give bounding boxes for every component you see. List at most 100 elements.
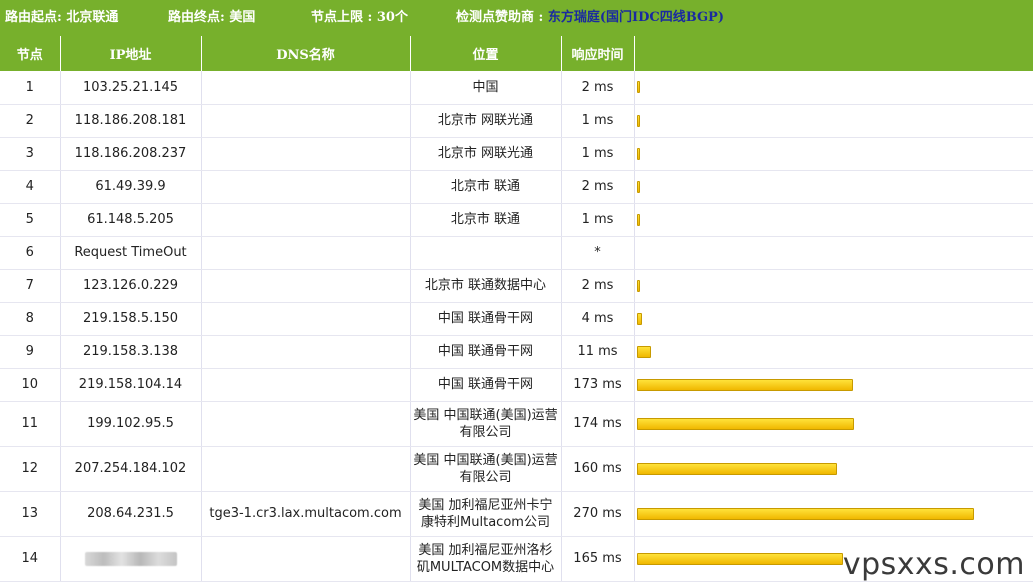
node-limit: 节点上限 : 30个 [311, 10, 408, 25]
response-time: 174 ms [561, 401, 635, 447]
route-origin: 路由起点: 北京联通 [5, 10, 119, 25]
latency-bar [636, 81, 640, 94]
location: 中国 联通骨干网 [410, 368, 562, 402]
ip-address: 199.102.95.5 [60, 401, 202, 447]
table-row: 4 61.49.39.9 北京市 联通 2 ms [0, 170, 1033, 204]
dns-name [201, 104, 411, 138]
latency-bar-cell [634, 236, 1033, 270]
table-row: 5 61.148.5.205 北京市 联通 1 ms [0, 203, 1033, 237]
sponsor-extra-link[interactable]: (国门IDC四线BGP) [600, 10, 724, 25]
latency-bar-cell [634, 71, 1033, 105]
dns-name [201, 302, 411, 336]
ip-address: 61.148.5.205 [60, 203, 202, 237]
response-time: 173 ms [561, 368, 635, 402]
dns-name [201, 236, 411, 270]
response-time: 160 ms [561, 446, 635, 492]
location: 中国 联通骨干网 [410, 302, 562, 336]
table-row: 1 103.25.21.145 中国 2 ms [0, 71, 1033, 105]
latency-bar-cell [634, 302, 1033, 336]
redacted-ip [84, 551, 177, 566]
table-row: 13 208.64.231.5 tge3-1.cr3.lax.multacom.co… [0, 491, 1033, 537]
latency-bar-cell [634, 269, 1033, 303]
response-time: 270 ms [561, 491, 635, 537]
sponsor-name-link[interactable]: 东方瑞庭 [548, 10, 600, 25]
dns-name [201, 269, 411, 303]
dns-name [201, 536, 411, 582]
latency-bar [636, 462, 837, 475]
response-time: 1 ms [561, 137, 635, 171]
ip-address: 103.25.21.145 [60, 71, 202, 105]
table-body: 1 103.25.21.145 中国 2 ms 2 118.186.208.181 北京市 … [0, 71, 1033, 582]
watermark: vpsxxs.com [842, 547, 1025, 582]
hop-number: 5 [0, 203, 61, 237]
latency-bar [636, 147, 640, 160]
hop-number: 9 [0, 335, 61, 369]
table-header-row: 节点 IP地址 DNS名称 位置 响应时间 [0, 36, 1033, 71]
ip-address [60, 536, 202, 582]
ip-address: 219.158.104.14 [60, 368, 202, 402]
latency-bar-cell [634, 401, 1033, 447]
dns-name [201, 170, 411, 204]
col-header-node: 节点 [0, 36, 61, 71]
response-time: 1 ms [561, 104, 635, 138]
latency-bar-cell [634, 368, 1033, 402]
hop-number: 13 [0, 491, 61, 537]
ip-address: 208.64.231.5 [60, 491, 202, 537]
latency-bar [636, 507, 974, 520]
route-summary-bar: 路由起点: 北京联通 路由终点: 美国 节点上限 : 30个 检测点赞助商 : … [0, 0, 1033, 36]
table-row: 10 219.158.104.14 中国 联通骨干网 173 ms [0, 368, 1033, 402]
col-header-ip: IP地址 [60, 36, 202, 71]
location: 中国 [410, 71, 562, 105]
latency-bar-cell [634, 104, 1033, 138]
hop-number: 14 [0, 536, 61, 582]
ip-address: 118.186.208.181 [60, 104, 202, 138]
dns-name [201, 368, 411, 402]
hop-number: 1 [0, 71, 61, 105]
table-row: 3 118.186.208.237 北京市 网联光通 1 ms [0, 137, 1033, 171]
response-time: 1 ms [561, 203, 635, 237]
hop-number: 8 [0, 302, 61, 336]
response-time: 11 ms [561, 335, 635, 369]
col-header-response-time: 响应时间 [561, 36, 635, 71]
ip-address: 207.254.184.102 [60, 446, 202, 492]
location: 北京市 联通数据中心 [410, 269, 562, 303]
location: 美国 加利福尼亚州卡宁康特利Multacom公司 [410, 491, 562, 537]
response-time: 4 ms [561, 302, 635, 336]
dns-name [201, 71, 411, 105]
table-row: 9 219.158.3.138 中国 联通骨干网 11 ms [0, 335, 1033, 369]
hop-number: 4 [0, 170, 61, 204]
dns-name: tge3-1.cr3.lax.multacom.com [201, 491, 411, 537]
ip-address: 219.158.3.138 [60, 335, 202, 369]
sponsor: 检测点赞助商 : 东方瑞庭(国门IDC四线BGP) [456, 0, 724, 36]
col-header-bar [634, 36, 1033, 71]
latency-bar-cell [634, 335, 1033, 369]
route-destination: 路由终点: 美国 [168, 10, 256, 25]
latency-bar-cell [634, 170, 1033, 204]
location: 北京市 联通 [410, 203, 562, 237]
latency-bar-cell [634, 203, 1033, 237]
response-time: 2 ms [561, 170, 635, 204]
table-row: 6 Request TimeOut * [0, 236, 1033, 270]
dns-name [201, 446, 411, 492]
traceroute-table: 节点 IP地址 DNS名称 位置 响应时间 1 103.25.21.145 中国 2 … [0, 36, 1033, 582]
sponsor-label: 检测点赞助商 : [456, 10, 544, 25]
location [410, 236, 562, 270]
latency-bar [636, 312, 642, 325]
table-row: 8 219.158.5.150 中国 联通骨干网 4 ms [0, 302, 1033, 336]
latency-bar [636, 279, 640, 292]
latency-bar [636, 180, 640, 193]
location: 美国 中国联通(美国)运营有限公司 [410, 446, 562, 492]
col-header-location: 位置 [410, 36, 562, 71]
col-header-dns: DNS名称 [201, 36, 411, 71]
hop-number: 12 [0, 446, 61, 492]
location: 中国 联通骨干网 [410, 335, 562, 369]
response-time: * [561, 236, 635, 270]
ip-address: Request TimeOut [60, 236, 202, 270]
location: 美国 中国联通(美国)运营有限公司 [410, 401, 562, 447]
latency-bar-cell [634, 137, 1033, 171]
hop-number: 7 [0, 269, 61, 303]
response-time: 2 ms [561, 71, 635, 105]
dns-name [201, 203, 411, 237]
hop-number: 11 [0, 401, 61, 447]
latency-bar [636, 114, 640, 127]
